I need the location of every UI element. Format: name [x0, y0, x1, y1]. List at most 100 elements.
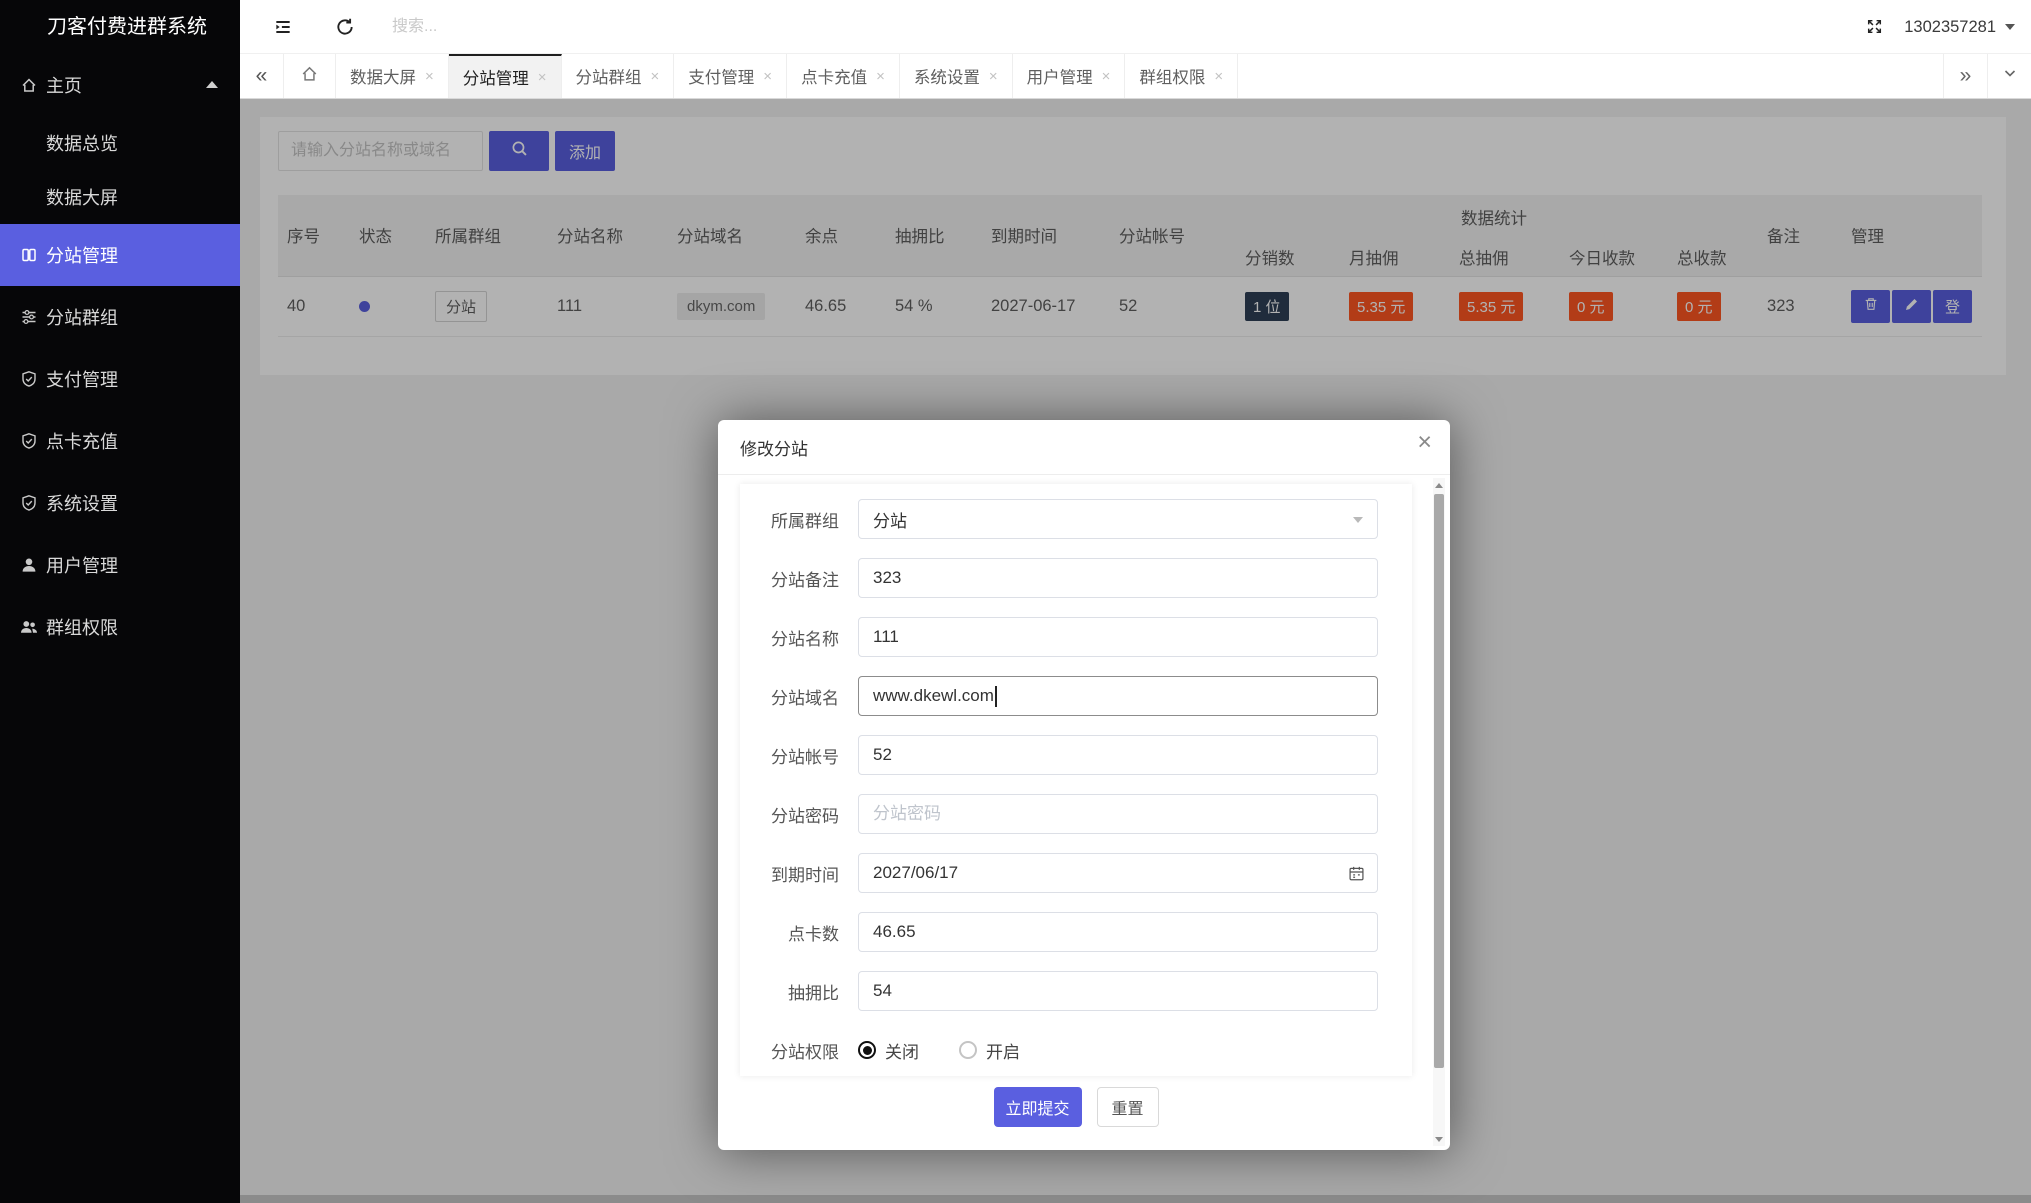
modal-footer: 立即提交 重置 — [740, 1087, 1412, 1127]
points-field[interactable] — [858, 912, 1378, 952]
close-icon[interactable]: × — [425, 68, 434, 85]
tab-payment[interactable]: 支付管理 × — [674, 54, 788, 98]
field-label: 分站备注 — [771, 570, 839, 590]
tab-site-manage[interactable]: 分站管理 × — [448, 54, 562, 98]
sidebar-item-card-recharge[interactable]: 点卡充值 — [0, 410, 240, 472]
expire-date-field[interactable]: 2027/06/17 — [858, 853, 1378, 893]
sidebar-item-site-manage[interactable]: 分站管理 — [0, 224, 240, 286]
close-icon[interactable]: × — [763, 68, 772, 85]
radio-label: 开启 — [986, 1042, 1020, 1062]
sidebar-item-system-settings[interactable]: 系统设置 — [0, 472, 240, 534]
sidebar-item-label: 支付管理 — [46, 370, 118, 390]
commission-field[interactable] — [858, 971, 1378, 1011]
main-content: 添加 序号 状态 所属群组 分站名称 分站域名 余点 抽拥比 到期时间 — [240, 99, 2031, 1203]
field-label: 分站帐号 — [771, 747, 839, 767]
submit-button[interactable]: 立即提交 — [993, 1087, 1082, 1127]
close-icon[interactable]: × — [1417, 430, 1432, 455]
site-name-field[interactable] — [858, 617, 1378, 657]
sidebar-item-label: 分站管理 — [46, 246, 118, 266]
field-label: 分站名称 — [771, 629, 839, 649]
form-row-permission: 分站权限 关闭 开启 — [740, 1030, 1412, 1070]
form-row-expire: 到期时间 2027/06/17 — [740, 853, 1412, 893]
close-icon[interactable]: × — [651, 68, 660, 85]
shield-check-icon — [20, 432, 38, 450]
sidebar-item-data-overview[interactable]: 数据总览 — [0, 116, 240, 170]
close-icon[interactable]: × — [1214, 68, 1223, 85]
permission-radio-on[interactable] — [959, 1041, 977, 1059]
columns-icon — [20, 246, 38, 264]
scroll-up-arrow[interactable] — [1433, 478, 1445, 492]
chevrons-right: » — [1959, 64, 1972, 87]
field-label: 分站密码 — [771, 806, 839, 826]
modal-form-panel: 所属群组 分站 分站备注 分站名称 分站域名 — [740, 484, 1412, 1076]
close-icon[interactable]: × — [538, 69, 547, 86]
sidebar-item-label: 群组权限 — [46, 618, 118, 638]
field-label: 分站权限 — [771, 1042, 839, 1062]
sidebar-item-label: 点卡充值 — [46, 432, 118, 452]
sidebar: 刀客付费进群系统 主页 数据总览 数据大屏 分站管理 分站群组 支付管理 点卡充… — [0, 0, 240, 1203]
expire-date-value: 2027/06/17 — [873, 863, 959, 882]
tab-site-group[interactable]: 分站群组 × — [562, 54, 675, 98]
tab-user-manage[interactable]: 用户管理 × — [1013, 54, 1126, 98]
group-select[interactable]: 分站 — [858, 499, 1378, 539]
scroll-down-arrow[interactable] — [1433, 1132, 1445, 1146]
sidebar-item-label: 数据大屏 — [46, 188, 118, 208]
tab-label: 点卡充值 — [801, 69, 868, 87]
domain-field[interactable]: www.dkewl.com — [858, 676, 1378, 716]
tab-label: 支付管理 — [688, 69, 755, 87]
form-row-name: 分站名称 — [740, 617, 1412, 657]
permission-radio-off[interactable] — [858, 1041, 876, 1059]
form-row-commission: 抽拥比 — [740, 971, 1412, 1011]
tab-card-recharge[interactable]: 点卡充值 × — [787, 54, 900, 98]
chevrons-left: « — [255, 64, 268, 87]
fullscreen-icon[interactable] — [1865, 17, 1885, 37]
group-select-value: 分站 — [873, 511, 907, 531]
caret-down-icon — [1353, 517, 1363, 523]
tabs-scroll-right[interactable]: » — [1943, 54, 1987, 98]
sidebar-item-user-manage[interactable]: 用户管理 — [0, 534, 240, 596]
reset-button[interactable]: 重置 — [1096, 1087, 1159, 1127]
field-label: 到期时间 — [771, 865, 839, 885]
home-icon — [300, 64, 319, 88]
modal-header: 修改分站 — [718, 420, 1450, 475]
account-field[interactable] — [858, 735, 1378, 775]
modal-scrollbar — [1433, 478, 1445, 1146]
tab-home[interactable] — [284, 54, 336, 98]
shield-check-icon — [20, 494, 38, 512]
tab-system-settings[interactable]: 系统设置 × — [900, 54, 1013, 98]
tabs-scroll-left[interactable]: « — [240, 54, 284, 98]
refresh-icon[interactable] — [335, 17, 355, 37]
global-search-input[interactable] — [392, 12, 732, 42]
tab-label: 用户管理 — [1026, 69, 1093, 87]
tabs-menu-button[interactable] — [1987, 54, 2031, 98]
close-icon[interactable]: × — [989, 68, 998, 85]
tab-group-permission[interactable]: 群组权限 × — [1125, 54, 1239, 98]
close-icon[interactable]: × — [876, 68, 885, 85]
close-icon[interactable]: × — [1102, 68, 1111, 85]
app-title: 刀客付费进群系统 — [47, 16, 207, 38]
user-icon — [20, 556, 38, 574]
modal-title: 修改分站 — [740, 439, 808, 459]
home-icon — [20, 76, 38, 94]
sidebar-item-payment[interactable]: 支付管理 — [0, 348, 240, 410]
scrollbar-thumb[interactable] — [1434, 494, 1444, 1068]
sidebar-item-group-permission[interactable]: 群组权限 — [0, 596, 240, 658]
sidebar-item-home[interactable]: 主页 — [0, 54, 240, 116]
sidebar-item-label: 主页 — [46, 76, 82, 96]
domain-field-value: www.dkewl.com — [873, 686, 994, 705]
remark-field[interactable] — [858, 558, 1378, 598]
sidebar-item-label: 分站群组 — [46, 308, 118, 328]
modal-body: 所属群组 分站 分站备注 分站名称 分站域名 — [718, 475, 1450, 1150]
sidebar-item-label: 数据总览 — [46, 134, 118, 154]
collapse-menu-icon[interactable] — [273, 17, 293, 37]
tab-data-screen[interactable]: 数据大屏 × — [336, 54, 449, 98]
radio-label: 关闭 — [885, 1042, 919, 1062]
password-field[interactable] — [858, 794, 1378, 834]
field-label: 点卡数 — [788, 924, 839, 944]
sidebar-item-label: 系统设置 — [46, 494, 118, 514]
user-menu[interactable]: 1302357281 — [1904, 0, 2015, 54]
users-icon — [20, 618, 38, 636]
field-label: 所属群组 — [771, 511, 839, 531]
sidebar-item-site-group[interactable]: 分站群组 — [0, 286, 240, 348]
sidebar-item-data-screen[interactable]: 数据大屏 — [0, 170, 240, 224]
